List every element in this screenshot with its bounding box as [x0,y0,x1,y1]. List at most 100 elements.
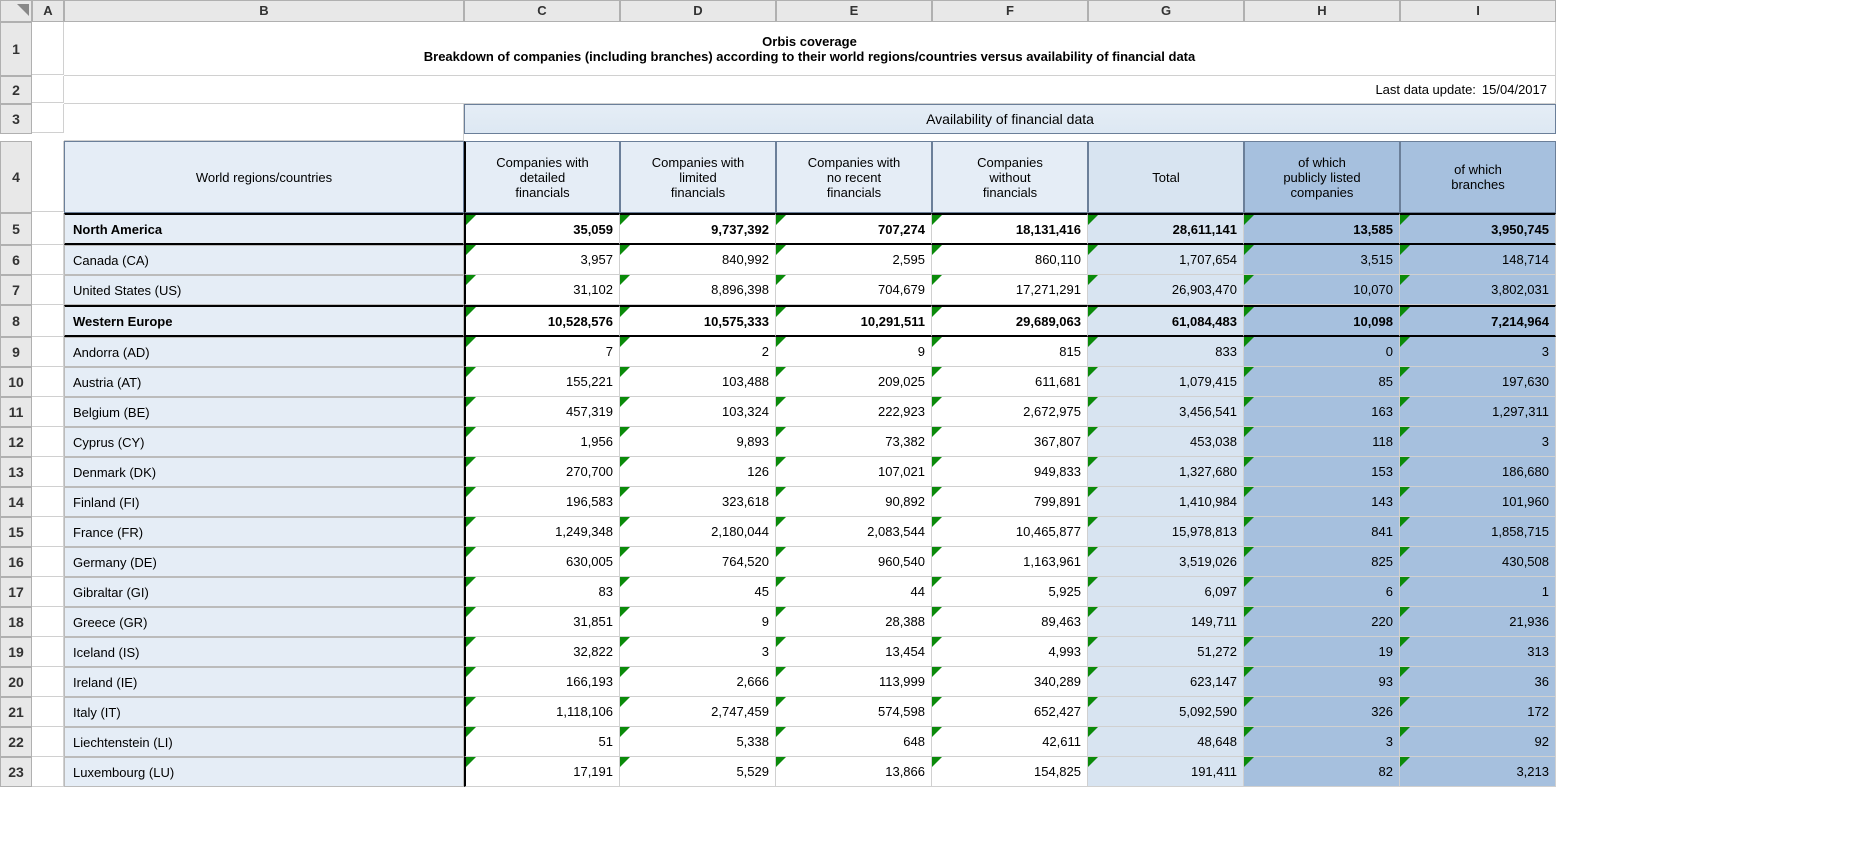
cell-A12[interactable] [32,427,64,457]
row-label[interactable]: Iceland (IS) [64,637,464,667]
data-cell[interactable]: 815 [932,337,1088,367]
data-cell[interactable]: 707,274 [776,213,932,245]
row-header-1[interactable]: 1 [0,22,32,76]
data-cell[interactable]: 113,999 [776,667,932,697]
data-cell[interactable]: 8,896,398 [620,275,776,305]
cell-A10[interactable] [32,367,64,397]
cell-A15[interactable] [32,517,64,547]
row-label[interactable]: Austria (AT) [64,367,464,397]
data-cell[interactable]: 48,648 [1088,727,1244,757]
data-cell[interactable]: 197,630 [1400,367,1556,397]
data-cell[interactable]: 31,851 [464,607,620,637]
data-cell[interactable]: 2,595 [776,245,932,275]
col-header-B[interactable]: B [64,0,464,22]
row-header-9[interactable]: 9 [0,337,32,367]
data-cell[interactable]: 21,936 [1400,607,1556,637]
cell-A9[interactable] [32,337,64,367]
data-cell[interactable]: 92 [1400,727,1556,757]
cell-A8[interactable] [32,305,64,337]
data-cell[interactable]: 28,611,141 [1088,213,1244,245]
data-cell[interactable]: 9 [620,607,776,637]
cell-A5[interactable] [32,213,64,245]
row-label[interactable]: Greece (GR) [64,607,464,637]
data-cell[interactable]: 73,382 [776,427,932,457]
cell-A18[interactable] [32,607,64,637]
data-cell[interactable]: 222,923 [776,397,932,427]
row-label[interactable]: Canada (CA) [64,245,464,275]
data-cell[interactable]: 5,092,590 [1088,697,1244,727]
row-header-14[interactable]: 14 [0,487,32,517]
data-cell[interactable]: 17,191 [464,757,620,787]
colhdr-branches[interactable]: of which branches [1400,141,1556,213]
data-cell[interactable]: 35,059 [464,213,620,245]
data-cell[interactable]: 93 [1244,667,1400,697]
data-cell[interactable]: 652,427 [932,697,1088,727]
data-cell[interactable]: 89,463 [932,607,1088,637]
data-cell[interactable]: 28,388 [776,607,932,637]
cell-A6[interactable] [32,245,64,275]
row-header-11[interactable]: 11 [0,397,32,427]
row-header-7[interactable]: 7 [0,275,32,305]
data-cell[interactable]: 107,021 [776,457,932,487]
data-cell[interactable]: 960,540 [776,547,932,577]
data-cell[interactable]: 31,102 [464,275,620,305]
data-cell[interactable]: 270,700 [464,457,620,487]
cell-B3[interactable] [64,104,464,141]
row-label[interactable]: Italy (IT) [64,697,464,727]
data-cell[interactable]: 3 [1400,337,1556,367]
data-cell[interactable]: 166,193 [464,667,620,697]
data-cell[interactable]: 7 [464,337,620,367]
data-cell[interactable]: 630,005 [464,547,620,577]
data-cell[interactable]: 10,528,576 [464,305,620,337]
data-cell[interactable]: 101,960 [1400,487,1556,517]
cell-A17[interactable] [32,577,64,607]
data-cell[interactable]: 2,672,975 [932,397,1088,427]
data-cell[interactable]: 143 [1244,487,1400,517]
row-label[interactable]: North America [64,213,464,245]
data-cell[interactable]: 2,083,544 [776,517,932,547]
data-cell[interactable]: 841 [1244,517,1400,547]
data-cell[interactable]: 1,249,348 [464,517,620,547]
data-cell[interactable]: 430,508 [1400,547,1556,577]
select-all-corner[interactable] [0,0,32,22]
data-cell[interactable]: 42,611 [932,727,1088,757]
data-cell[interactable]: 10,098 [1244,305,1400,337]
data-cell[interactable]: 825 [1244,547,1400,577]
data-cell[interactable]: 3,213 [1400,757,1556,787]
data-cell[interactable]: 5,529 [620,757,776,787]
data-cell[interactable]: 1,858,715 [1400,517,1556,547]
data-cell[interactable]: 6,097 [1088,577,1244,607]
row-label[interactable]: Germany (DE) [64,547,464,577]
data-cell[interactable]: 1,297,311 [1400,397,1556,427]
data-cell[interactable]: 83 [464,577,620,607]
row-label[interactable]: Luxembourg (LU) [64,757,464,787]
cell-A19[interactable] [32,637,64,667]
data-cell[interactable]: 5,925 [932,577,1088,607]
cell-A2[interactable] [32,76,64,103]
cell-A16[interactable] [32,547,64,577]
col-header-E[interactable]: E [776,0,932,22]
data-cell[interactable]: 3 [620,637,776,667]
row-header-6[interactable]: 6 [0,245,32,275]
row-label[interactable]: Belgium (BE) [64,397,464,427]
colhdr-limited[interactable]: Companies with limited financials [620,141,776,213]
data-cell[interactable]: 17,271,291 [932,275,1088,305]
data-cell[interactable]: 85 [1244,367,1400,397]
data-cell[interactable]: 453,038 [1088,427,1244,457]
data-cell[interactable]: 611,681 [932,367,1088,397]
data-cell[interactable]: 149,711 [1088,607,1244,637]
data-cell[interactable]: 10,575,333 [620,305,776,337]
data-cell[interactable]: 3,456,541 [1088,397,1244,427]
cell-A13[interactable] [32,457,64,487]
data-cell[interactable]: 186,680 [1400,457,1556,487]
row-label[interactable]: France (FR) [64,517,464,547]
data-cell[interactable]: 9 [776,337,932,367]
row-header-4[interactable]: 4 [0,141,32,213]
colhdr-total[interactable]: Total [1088,141,1244,213]
data-cell[interactable]: 18,131,416 [932,213,1088,245]
data-cell[interactable]: 220 [1244,607,1400,637]
data-cell[interactable]: 44 [776,577,932,607]
row-header-18[interactable]: 18 [0,607,32,637]
data-cell[interactable]: 1,163,961 [932,547,1088,577]
data-cell[interactable]: 45 [620,577,776,607]
